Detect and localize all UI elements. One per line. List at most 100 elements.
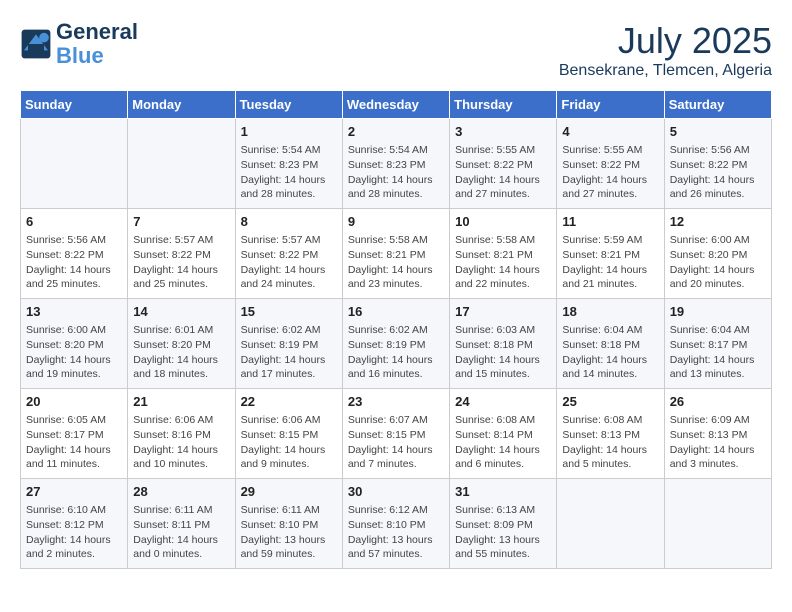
day-cell: 15 Sunrise: 6:02 AMSunset: 8:19 PMDayligh…	[235, 299, 342, 389]
day-cell: 17Sunrise: 6:03 AMSunset: 8:18 PMDayligh…	[450, 299, 557, 389]
day-cell: 3 Sunrise: 5:55 AMSunset: 8:22 PMDaylight…	[450, 119, 557, 209]
header-monday: Monday	[128, 91, 235, 119]
header-sunday: Sunday	[21, 91, 128, 119]
day-cell: 21Sunrise: 6:06 AMSunset: 8:16 PMDayligh…	[128, 389, 235, 479]
day-info: Sunrise: 6:02 AMSunset: 8:19 PMDaylight:…	[348, 323, 444, 382]
day-number: 25	[562, 393, 658, 411]
day-cell: 1 Sunrise: 5:54 AMSunset: 8:23 PMDaylight…	[235, 119, 342, 209]
header-friday: Friday	[557, 91, 664, 119]
day-number: 15	[241, 303, 337, 321]
day-info: Sunrise: 5:57 AMSunset: 8:22 PMDaylight:…	[133, 233, 229, 292]
title-block: July 2025 Bensekrane, Tlemcen, Algeria	[559, 20, 772, 80]
day-number: 6	[26, 213, 122, 231]
day-info: Sunrise: 5:58 AMSunset: 8:21 PMDaylight:…	[348, 233, 444, 292]
day-cell: 11Sunrise: 5:59 AMSunset: 8:21 PMDayligh…	[557, 209, 664, 299]
day-number: 27	[26, 483, 122, 501]
day-info: Sunrise: 6:13 AMSunset: 8:09 PMDaylight:…	[455, 503, 551, 562]
day-cell: 12 Sunrise: 6:00 AMSunset: 8:20 PMDayligh…	[664, 209, 771, 299]
week-row-1: 1 Sunrise: 5:54 AMSunset: 8:23 PMDaylight…	[21, 119, 772, 209]
day-number: 19	[670, 303, 766, 321]
day-number: 10	[455, 213, 551, 231]
day-number: 4	[562, 123, 658, 141]
day-info: Sunrise: 6:06 AMSunset: 8:15 PMDaylight:…	[241, 413, 337, 472]
logo-text: GeneralBlue	[56, 20, 138, 68]
day-cell	[664, 479, 771, 569]
day-cell: 26Sunrise: 6:09 AMSunset: 8:13 PMDayligh…	[664, 389, 771, 479]
day-info: Sunrise: 5:55 AMSunset: 8:22 PMDaylight:…	[455, 143, 551, 202]
day-cell: 2Sunrise: 5:54 AMSunset: 8:23 PMDaylight…	[342, 119, 449, 209]
day-info: Sunrise: 5:54 AMSunset: 8:23 PMDaylight:…	[241, 143, 337, 202]
header-tuesday: Tuesday	[235, 91, 342, 119]
header-wednesday: Wednesday	[342, 91, 449, 119]
day-info: Sunrise: 6:11 AMSunset: 8:11 PMDaylight:…	[133, 503, 229, 562]
day-cell: 7 Sunrise: 5:57 AMSunset: 8:22 PMDaylight…	[128, 209, 235, 299]
day-number: 31	[455, 483, 551, 501]
day-cell: 5Sunrise: 5:56 AMSunset: 8:22 PMDaylight…	[664, 119, 771, 209]
day-cell: 24Sunrise: 6:08 AMSunset: 8:14 PMDayligh…	[450, 389, 557, 479]
day-info: Sunrise: 5:57 AMSunset: 8:22 PMDaylight:…	[241, 233, 337, 292]
day-number: 16	[348, 303, 444, 321]
day-cell: 30 Sunrise: 6:12 AMSunset: 8:10 PMDayligh…	[342, 479, 449, 569]
day-info: Sunrise: 6:00 AMSunset: 8:20 PMDaylight:…	[26, 323, 122, 382]
day-info: Sunrise: 6:01 AMSunset: 8:20 PMDaylight:…	[133, 323, 229, 382]
location-title: Bensekrane, Tlemcen, Algeria	[559, 62, 772, 80]
day-number: 11	[562, 213, 658, 231]
day-number: 29	[241, 483, 337, 501]
day-cell: 25 Sunrise: 6:08 AMSunset: 8:13 PMDayligh…	[557, 389, 664, 479]
day-cell: 6Sunrise: 5:56 AMSunset: 8:22 PMDaylight…	[21, 209, 128, 299]
day-info: Sunrise: 6:04 AMSunset: 8:18 PMDaylight:…	[562, 323, 658, 382]
month-title: July 2025	[559, 20, 772, 62]
day-cell	[128, 119, 235, 209]
day-number: 22	[241, 393, 337, 411]
day-cell	[21, 119, 128, 209]
header-row: SundayMondayTuesdayWednesdayThursdayFrid…	[21, 91, 772, 119]
page-header: GeneralBlue July 2025 Bensekrane, Tlemce…	[20, 20, 772, 80]
day-number: 17	[455, 303, 551, 321]
day-cell: 20 Sunrise: 6:05 AMSunset: 8:17 PMDayligh…	[21, 389, 128, 479]
day-info: Sunrise: 6:08 AMSunset: 8:13 PMDaylight:…	[562, 413, 658, 472]
week-row-5: 27Sunrise: 6:10 AMSunset: 8:12 PMDayligh…	[21, 479, 772, 569]
day-info: Sunrise: 6:11 AMSunset: 8:10 PMDaylight:…	[241, 503, 337, 562]
day-info: Sunrise: 6:00 AMSunset: 8:20 PMDaylight:…	[670, 233, 766, 292]
day-cell: 16 Sunrise: 6:02 AMSunset: 8:19 PMDayligh…	[342, 299, 449, 389]
calendar-table: SundayMondayTuesdayWednesdayThursdayFrid…	[20, 90, 772, 569]
header-saturday: Saturday	[664, 91, 771, 119]
header-thursday: Thursday	[450, 91, 557, 119]
day-cell: 4 Sunrise: 5:55 AMSunset: 8:22 PMDaylight…	[557, 119, 664, 209]
day-number: 7	[133, 213, 229, 231]
logo: GeneralBlue	[20, 20, 138, 68]
day-number: 28	[133, 483, 229, 501]
week-row-3: 13 Sunrise: 6:00 AMSunset: 8:20 PMDayligh…	[21, 299, 772, 389]
day-cell: 14 Sunrise: 6:01 AMSunset: 8:20 PMDayligh…	[128, 299, 235, 389]
day-cell: 22 Sunrise: 6:06 AMSunset: 8:15 PMDayligh…	[235, 389, 342, 479]
day-info: Sunrise: 6:08 AMSunset: 8:14 PMDaylight:…	[455, 413, 551, 472]
day-cell: 27Sunrise: 6:10 AMSunset: 8:12 PMDayligh…	[21, 479, 128, 569]
day-info: Sunrise: 6:05 AMSunset: 8:17 PMDaylight:…	[26, 413, 122, 472]
day-info: Sunrise: 5:54 AMSunset: 8:23 PMDaylight:…	[348, 143, 444, 202]
day-cell: 18 Sunrise: 6:04 AMSunset: 8:18 PMDayligh…	[557, 299, 664, 389]
day-number: 30	[348, 483, 444, 501]
day-number: 14	[133, 303, 229, 321]
day-number: 18	[562, 303, 658, 321]
day-number: 20	[26, 393, 122, 411]
day-number: 12	[670, 213, 766, 231]
logo-icon	[20, 28, 52, 60]
day-info: Sunrise: 6:12 AMSunset: 8:10 PMDaylight:…	[348, 503, 444, 562]
day-cell: 23Sunrise: 6:07 AMSunset: 8:15 PMDayligh…	[342, 389, 449, 479]
week-row-2: 6Sunrise: 5:56 AMSunset: 8:22 PMDaylight…	[21, 209, 772, 299]
day-cell: 28 Sunrise: 6:11 AMSunset: 8:11 PMDayligh…	[128, 479, 235, 569]
day-number: 13	[26, 303, 122, 321]
day-cell	[557, 479, 664, 569]
day-info: Sunrise: 5:58 AMSunset: 8:21 PMDaylight:…	[455, 233, 551, 292]
day-number: 3	[455, 123, 551, 141]
day-cell: 19Sunrise: 6:04 AMSunset: 8:17 PMDayligh…	[664, 299, 771, 389]
day-number: 26	[670, 393, 766, 411]
day-info: Sunrise: 5:55 AMSunset: 8:22 PMDaylight:…	[562, 143, 658, 202]
day-cell: 31 Sunrise: 6:13 AMSunset: 8:09 PMDayligh…	[450, 479, 557, 569]
day-number: 1	[241, 123, 337, 141]
week-row-4: 20 Sunrise: 6:05 AMSunset: 8:17 PMDayligh…	[21, 389, 772, 479]
day-info: Sunrise: 6:02 AMSunset: 8:19 PMDaylight:…	[241, 323, 337, 382]
day-cell: 10 Sunrise: 5:58 AMSunset: 8:21 PMDayligh…	[450, 209, 557, 299]
day-cell: 13 Sunrise: 6:00 AMSunset: 8:20 PMDayligh…	[21, 299, 128, 389]
day-number: 8	[241, 213, 337, 231]
